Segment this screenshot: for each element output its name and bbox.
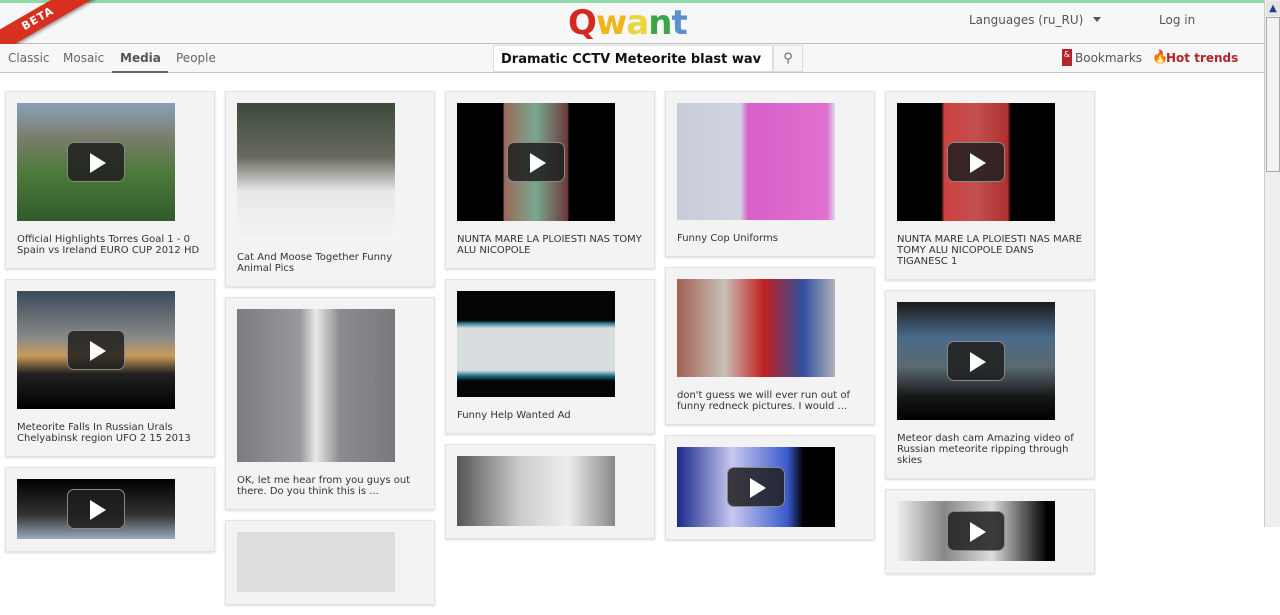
media-column: NUNTA MARE LA PLOIESTI NAS MARE TOMY ALU… [885, 91, 1095, 584]
media-thumbnail[interactable] [457, 103, 615, 221]
media-column: Official Highlights Torres Goal 1 - 0 Sp… [5, 91, 215, 562]
media-thumbnail[interactable] [17, 479, 175, 539]
media-card[interactable]: Official Highlights Torres Goal 1 - 0 Sp… [5, 91, 215, 269]
qwant-logo[interactable]: Qwant [568, 3, 688, 43]
media-thumbnail[interactable] [677, 279, 835, 377]
logo-letter: t [671, 3, 688, 43]
play-icon[interactable] [67, 330, 125, 370]
search-button[interactable]: ⚲ [773, 45, 803, 72]
media-column: NUNTA MARE LA PLOIESTI NAS TOMY ALU NICO… [445, 91, 655, 549]
hot-trends-link[interactable]: Hot trends [1166, 51, 1238, 65]
login-link[interactable]: Log in [1159, 13, 1195, 27]
media-caption[interactable]: Funny Cop Uniforms [677, 233, 864, 244]
media-card[interactable]: Cat And Moose Together Funny Animal Pics [225, 91, 435, 287]
media-thumbnail[interactable] [677, 447, 835, 527]
play-icon[interactable] [947, 341, 1005, 381]
media-thumbnail[interactable] [457, 291, 615, 397]
nav-bar: Classic Mosaic Media People Dramatic CCT… [0, 44, 1264, 73]
media-thumbnail[interactable] [17, 291, 175, 409]
scroll-up-arrow-icon[interactable]: ▲ [1266, 1, 1280, 16]
bookmarks-link[interactable]: Bookmarks [1075, 51, 1142, 65]
media-caption[interactable]: NUNTA MARE LA PLOIESTI NAS TOMY ALU NICO… [457, 234, 644, 256]
media-thumbnail[interactable] [237, 309, 395, 462]
media-thumbnail[interactable] [897, 501, 1055, 561]
media-thumbnail[interactable] [897, 103, 1055, 221]
media-thumbnail[interactable] [457, 456, 615, 526]
media-card[interactable] [665, 435, 875, 540]
media-thumbnail[interactable] [677, 103, 835, 220]
tab-media[interactable]: Media [120, 51, 161, 65]
play-icon[interactable] [67, 142, 125, 182]
media-column: Cat And Moose Together Funny Animal Pics… [225, 91, 435, 615]
media-caption[interactable]: Cat And Moose Together Funny Animal Pics [237, 252, 424, 274]
media-card[interactable] [225, 520, 435, 605]
media-caption[interactable]: NUNTA MARE LA PLOIESTI NAS MARE TOMY ALU… [897, 234, 1084, 267]
media-thumbnail[interactable] [897, 302, 1055, 420]
media-column: Funny Cop Uniforms don't guess we will ev… [665, 91, 875, 550]
media-thumbnail[interactable] [237, 532, 395, 592]
media-card[interactable]: don't guess we will ever run out of funn… [665, 267, 875, 425]
tab-people[interactable]: People [176, 51, 216, 65]
active-tab-indicator [112, 71, 168, 73]
media-caption[interactable]: don't guess we will ever run out of funn… [677, 390, 864, 412]
media-card[interactable]: OK, let me hear from you guys out there.… [225, 297, 435, 510]
media-caption[interactable]: OK, let me hear from you guys out there.… [237, 475, 424, 497]
bookmark-icon[interactable]: & [1062, 49, 1072, 66]
media-caption[interactable]: Official Highlights Torres Goal 1 - 0 Sp… [17, 234, 204, 256]
play-icon[interactable] [67, 489, 125, 529]
scrollbar[interactable]: ▲ [1264, 0, 1280, 527]
logo-letter: Q [568, 3, 597, 43]
media-thumbnail[interactable] [237, 103, 395, 239]
media-card[interactable]: NUNTA MARE LA PLOIESTI NAS MARE TOMY ALU… [885, 91, 1095, 280]
media-card[interactable]: NUNTA MARE LA PLOIESTI NAS TOMY ALU NICO… [445, 91, 655, 269]
tab-mosaic[interactable]: Mosaic [63, 51, 104, 65]
media-card[interactable]: Meteorite Falls In Russian Urals Chelyab… [5, 279, 215, 457]
media-caption[interactable]: Meteor dash cam Amazing video of Russian… [897, 433, 1084, 466]
media-thumbnail[interactable] [17, 103, 175, 221]
play-icon[interactable] [507, 142, 565, 182]
search-input[interactable]: Dramatic CCTV Meteorite blast wav [493, 45, 773, 72]
media-card[interactable] [5, 467, 215, 552]
header: BETA Qwant Languages (ru_RU) Log in [0, 0, 1264, 58]
languages-dropdown[interactable]: Languages (ru_RU) [969, 13, 1083, 27]
media-card[interactable] [885, 489, 1095, 574]
play-icon[interactable] [947, 142, 1005, 182]
play-icon[interactable] [727, 467, 785, 507]
logo-letter: w [595, 3, 627, 43]
media-caption[interactable]: Meteorite Falls In Russian Urals Chelyab… [17, 422, 204, 444]
media-caption[interactable]: Funny Help Wanted Ad [457, 410, 644, 421]
tab-classic[interactable]: Classic [8, 51, 50, 65]
media-card[interactable]: Meteor dash cam Amazing video of Russian… [885, 290, 1095, 479]
chevron-down-icon[interactable] [1093, 17, 1101, 22]
media-card[interactable]: Funny Help Wanted Ad [445, 279, 655, 434]
media-card[interactable] [445, 444, 655, 539]
logo-letter: a [626, 3, 649, 43]
logo-letter: n [648, 3, 672, 43]
search-icon: ⚲ [783, 51, 793, 66]
play-icon[interactable] [947, 511, 1005, 551]
scrollbar-thumb[interactable] [1266, 17, 1280, 172]
media-card[interactable]: Funny Cop Uniforms [665, 91, 875, 257]
